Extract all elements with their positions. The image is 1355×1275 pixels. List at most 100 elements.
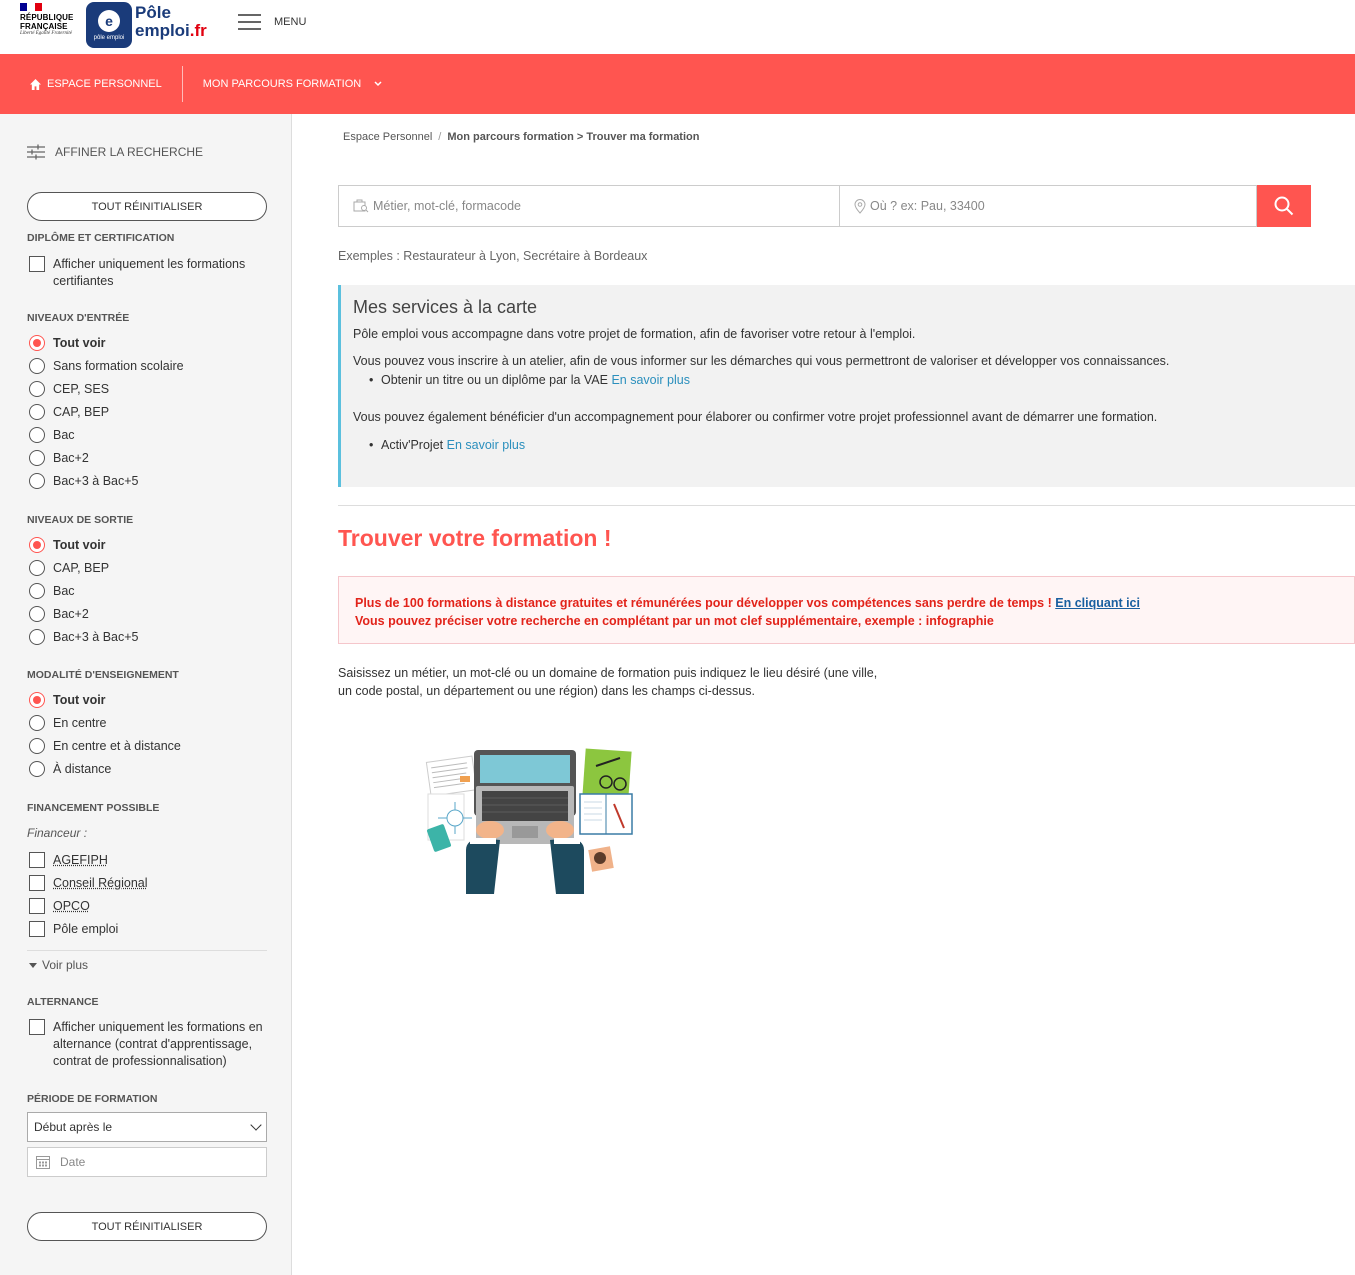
radio-label: Tout voir xyxy=(53,538,106,552)
caret-down-icon xyxy=(29,962,37,968)
financement-checkbox-0[interactable]: AGEFIPH xyxy=(29,852,108,869)
filter-sidebar: AFFINER LA RECHERCHE TOUT RÉINITIALISER … xyxy=(0,114,292,1275)
financement-checkbox-2[interactable]: OPCO xyxy=(29,898,90,915)
main-content: Espace Personnel / Mon parcours formatio… xyxy=(293,114,1355,1275)
pe-name-line1: Pôle xyxy=(135,3,171,22)
financement-title: FINANCEMENT POSSIBLE xyxy=(27,802,160,814)
pole-emploi-logo[interactable]: e pôle emploi xyxy=(86,2,132,48)
breadcrumb-home[interactable]: Espace Personnel xyxy=(343,131,432,143)
entree-radio-5[interactable]: Bac+2 xyxy=(29,450,89,467)
radio-circle xyxy=(29,715,45,731)
nav-mon-parcours-formation[interactable]: MON PARCOURS FORMATION xyxy=(183,54,403,114)
entree-radio-0[interactable]: Tout voir xyxy=(29,335,106,352)
radio-circle xyxy=(29,335,45,351)
home-icon xyxy=(30,78,41,90)
lieu-search-input[interactable]: Où ? ex: Pau, 33400 xyxy=(840,185,1257,227)
radio-label: Bac+2 xyxy=(53,451,89,465)
vae-en-savoir-plus-link[interactable]: En savoir plus xyxy=(611,373,690,387)
affiner-heading: AFFINER LA RECHERCHE xyxy=(27,144,203,160)
divider xyxy=(27,950,267,951)
voir-plus-link[interactable]: Voir plus xyxy=(29,958,88,972)
calendar-icon xyxy=(36,1156,50,1169)
search-instructions: Saisissez un métier, un mot-clé ou un do… xyxy=(338,666,878,698)
pe-logo-icon: e xyxy=(98,9,120,32)
certifiantes-checkbox[interactable]: Afficher uniquement les formations certi… xyxy=(29,256,264,290)
modalite-radio-2[interactable]: En centre et à distance xyxy=(29,738,181,755)
diplome-title: DIPLÔME ET CERTIFICATION xyxy=(27,232,175,244)
sortie-radio-3[interactable]: Bac+2 xyxy=(29,606,89,623)
reset-filters-button-top[interactable]: TOUT RÉINITIALISER xyxy=(27,192,267,221)
alternance-checkbox[interactable]: Afficher uniquement les formations en al… xyxy=(29,1019,267,1070)
entree-title: NIVEAUX D'ENTRÉE xyxy=(27,312,130,324)
search-button[interactable] xyxy=(1257,185,1311,227)
financement-checkbox-3[interactable]: Pôle emploi xyxy=(29,921,118,938)
main-nav: ESPACE PERSONNEL MON PARCOURS FORMATION xyxy=(0,54,1355,114)
entree-radio-6[interactable]: Bac+3 à Bac+5 xyxy=(29,473,138,490)
checkbox-box xyxy=(29,875,45,891)
checkbox-label: Conseil Régional xyxy=(53,876,148,890)
date-placeholder: Date xyxy=(60,1155,86,1169)
services-list-2: Activ'Projet En savoir plus xyxy=(353,437,1343,454)
french-flag-icon xyxy=(20,3,42,11)
activprojet-en-savoir-plus-link[interactable]: En savoir plus xyxy=(447,438,526,452)
republique-francaise-logo[interactable]: RÉPUBLIQUE FRANÇAISE Liberté Égalité Fra… xyxy=(20,3,80,49)
alert-link[interactable]: En cliquant ici xyxy=(1055,596,1140,610)
financeur-label: Financeur : xyxy=(27,826,88,840)
radio-label: CEP, SES xyxy=(53,382,110,396)
sliders-icon xyxy=(27,144,45,160)
radio-circle xyxy=(29,473,45,489)
chevron-down-icon xyxy=(250,1118,262,1131)
checkbox-label: OPCO xyxy=(53,899,90,913)
entree-radio-4[interactable]: Bac xyxy=(29,427,75,444)
menu-button[interactable]: MENU xyxy=(238,14,306,30)
breadcrumb-separator: / xyxy=(438,131,442,143)
activprojet-list-item: Activ'Projet En savoir plus xyxy=(353,437,1343,454)
sortie-radio-1[interactable]: CAP, BEP xyxy=(29,560,109,577)
modalite-radio-3[interactable]: À distance xyxy=(29,761,111,778)
radio-label: Bac+3 à Bac+5 xyxy=(53,474,139,488)
sortie-radio-4[interactable]: Bac+3 à Bac+5 xyxy=(29,629,138,646)
radio-label: Bac+3 à Bac+5 xyxy=(53,630,139,644)
vae-text: Obtenir un titre ou un diplôme par la VA… xyxy=(381,373,608,387)
services-list-1: Obtenir un titre ou un diplôme par la VA… xyxy=(353,372,1343,389)
vae-list-item: Obtenir un titre ou un diplôme par la VA… xyxy=(353,372,1343,389)
divider xyxy=(338,505,1355,506)
pole-emploi-wordmark[interactable]: Pôle emploi.fr xyxy=(135,4,207,40)
alternance-label: Afficher uniquement les formations en al… xyxy=(53,1020,263,1068)
entree-radio-3[interactable]: CAP, BEP xyxy=(29,404,109,421)
entree-radio-2[interactable]: CEP, SES xyxy=(29,381,109,398)
sortie-radio-0[interactable]: Tout voir xyxy=(29,537,106,554)
radio-circle xyxy=(29,692,45,708)
breadcrumb-current: Mon parcours formation > Trouver ma form… xyxy=(447,131,700,143)
nav-espace-personnel[interactable]: ESPACE PERSONNEL xyxy=(0,66,183,102)
date-input[interactable]: Date xyxy=(27,1147,267,1177)
alternance-title: ALTERNANCE xyxy=(27,996,99,1008)
reset-filters-button-bottom[interactable]: TOUT RÉINITIALISER xyxy=(27,1212,267,1241)
radio-circle xyxy=(29,358,45,374)
radio-circle xyxy=(29,450,45,466)
radio-label: En centre et à distance xyxy=(53,739,181,753)
radio-label: Bac xyxy=(53,428,75,442)
pe-logo-small-text: pôle emploi xyxy=(93,34,125,41)
sortie-radio-2[interactable]: Bac xyxy=(29,583,75,600)
entree-radio-1[interactable]: Sans formation scolaire xyxy=(29,358,184,375)
affiner-label: AFFINER LA RECHERCHE xyxy=(55,145,204,159)
top-header: RÉPUBLIQUE FRANÇAISE Liberté Égalité Fra… xyxy=(0,0,1355,54)
periode-select[interactable]: Début après le xyxy=(27,1112,267,1142)
radio-circle xyxy=(29,427,45,443)
modalite-radio-0[interactable]: Tout voir xyxy=(29,692,106,709)
promo-alert: Plus de 100 formations à distance gratui… xyxy=(338,576,1355,644)
radio-circle xyxy=(29,761,45,777)
checkbox-label: Pôle emploi xyxy=(53,922,119,936)
alert-text-2: Vous pouvez préciser votre recherche en … xyxy=(355,614,994,628)
financement-checkbox-1[interactable]: Conseil Régional xyxy=(29,875,148,892)
pe-name-line2: emploi xyxy=(135,21,190,40)
metier-placeholder: Métier, mot-clé, formacode xyxy=(373,199,521,213)
modalite-radio-1[interactable]: En centre xyxy=(29,715,107,732)
modalite-title: MODALITÉ D'ENSEIGNEMENT xyxy=(27,669,179,681)
checkbox-label: AGEFIPH xyxy=(53,853,108,867)
checkbox-box xyxy=(29,898,45,914)
metier-search-input[interactable]: Métier, mot-clé, formacode xyxy=(338,185,840,227)
hamburger-icon xyxy=(238,14,261,30)
page-title: Trouver votre formation ! xyxy=(338,525,612,551)
